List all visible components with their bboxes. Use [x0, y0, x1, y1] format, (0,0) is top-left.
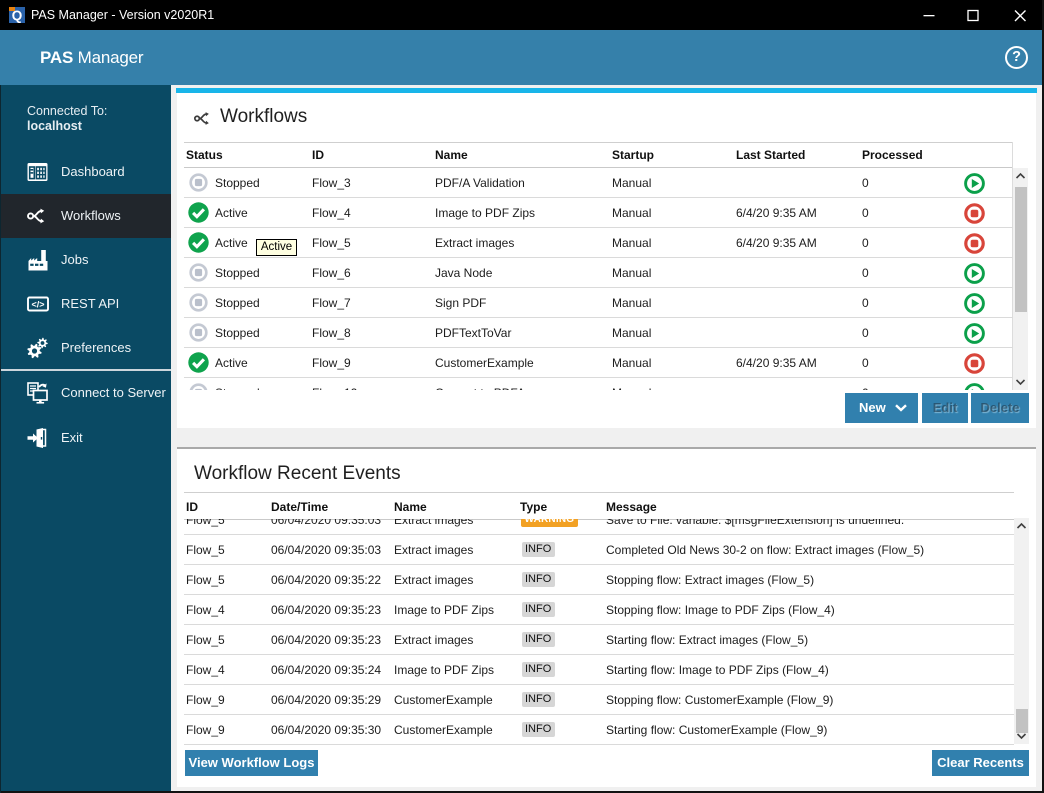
svg-text:</>: </>	[31, 300, 44, 310]
